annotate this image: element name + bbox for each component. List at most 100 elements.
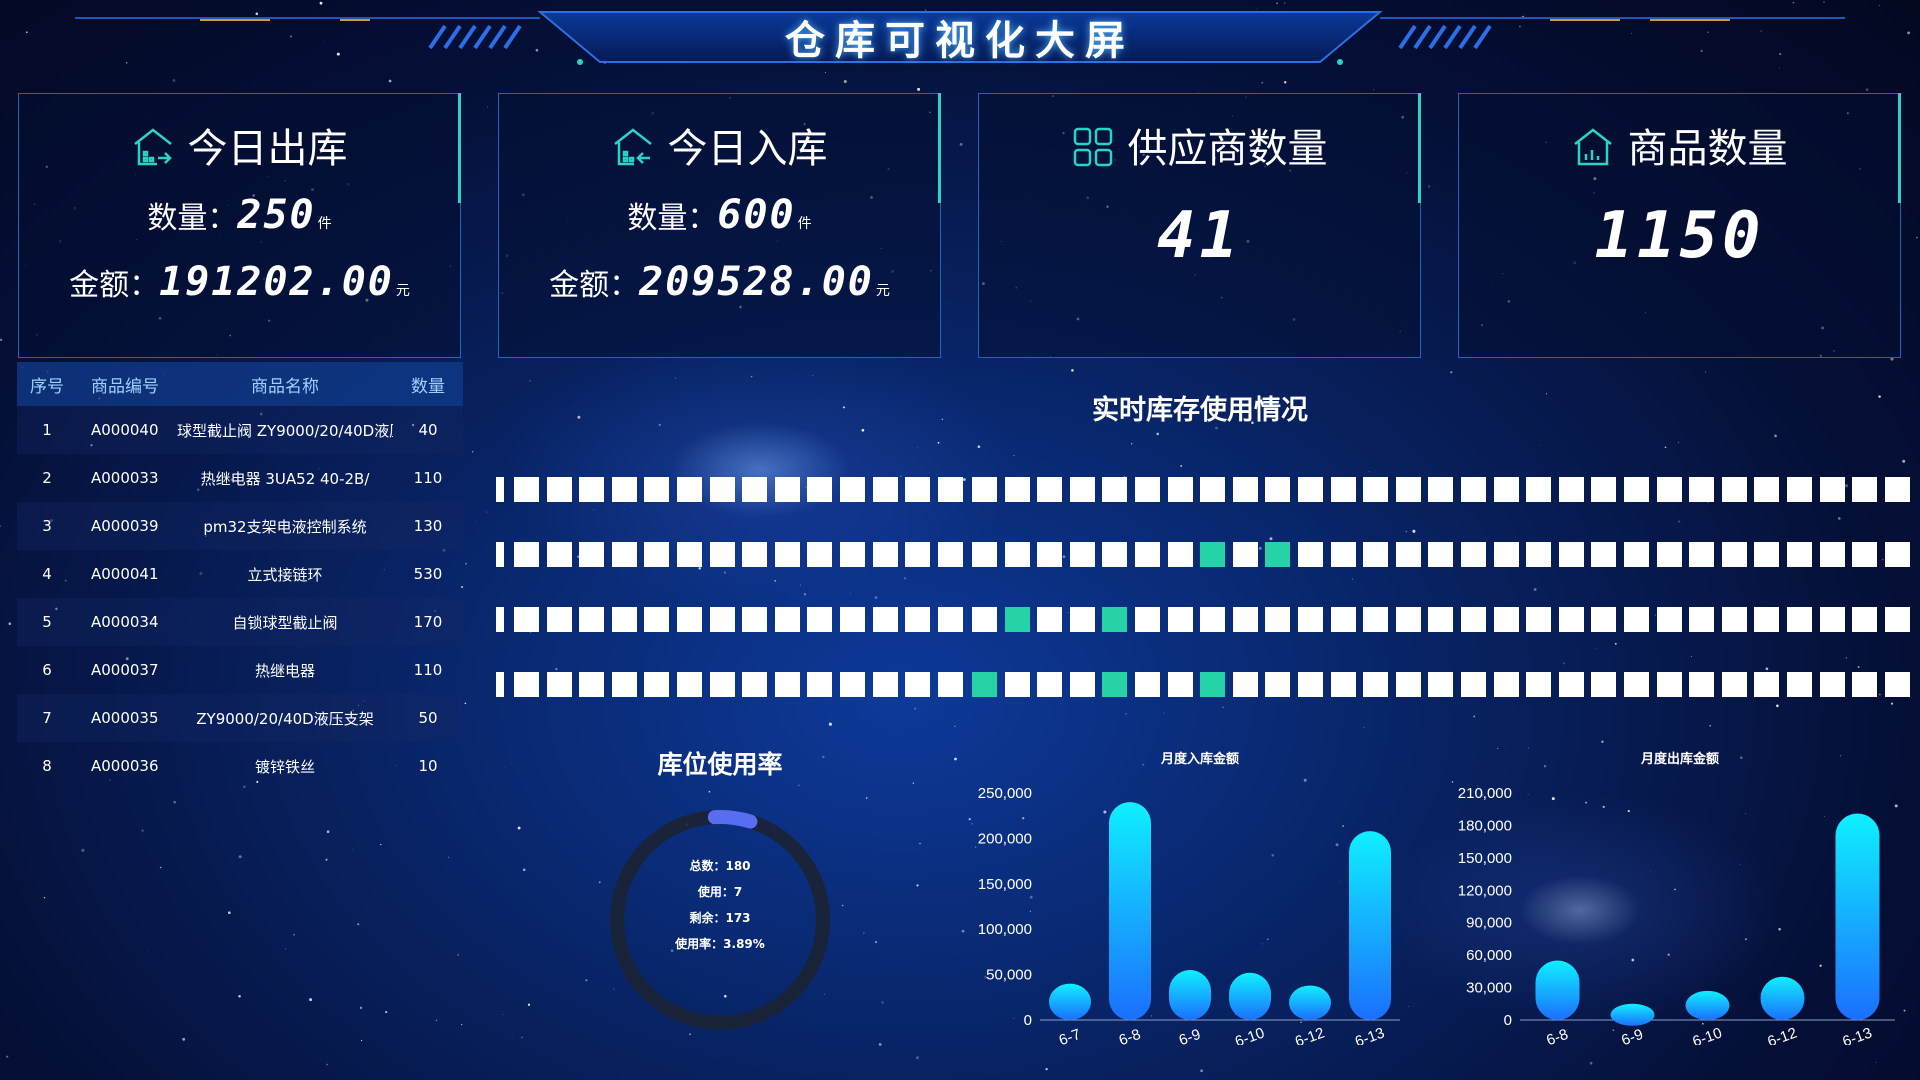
bar[interactable]	[1109, 802, 1151, 1020]
star	[1261, 81, 1264, 84]
storage-slot	[1265, 672, 1291, 697]
product-count-value: 1150	[1594, 199, 1765, 273]
star	[949, 622, 953, 626]
product-code: A000033	[91, 469, 159, 487]
product-table: 序号 商品编号 商品名称 数量 1 A000040 球型截止阀 ZY9000/20/…	[17, 362, 463, 790]
storage-slot	[807, 477, 833, 502]
star	[173, 800, 176, 804]
table-row[interactable]: 6 A000037 热继电器 110	[17, 646, 463, 694]
star	[8, 622, 12, 625]
storage-slot	[1200, 477, 1226, 502]
storage-slot	[1265, 607, 1291, 632]
star	[1716, 613, 1718, 615]
star	[238, 855, 242, 859]
product-qty: 110	[413, 469, 443, 487]
storage-slot	[611, 607, 637, 632]
bar[interactable]	[1229, 972, 1271, 1020]
storage-slot	[611, 542, 637, 567]
table-row[interactable]: 5 A000034 自锁球型截止阀 170	[17, 598, 463, 646]
star	[461, 1023, 463, 1026]
row-index: 1	[42, 421, 52, 439]
storage-slot	[496, 672, 504, 697]
storage-slot	[496, 477, 504, 502]
table-row[interactable]: 8 A000036 镀锌铁丝 10	[17, 742, 463, 790]
table-row[interactable]: 2 A000033 热继电器 3UA52 40-2B/110	[17, 454, 463, 502]
card-product-count: 商品数量 1150	[1458, 93, 1901, 358]
bar[interactable]	[1349, 831, 1391, 1020]
star	[878, 1042, 882, 1046]
star	[1368, 471, 1370, 473]
star	[565, 1078, 566, 1079]
gauge-title: 库位使用率	[657, 750, 783, 779]
star	[1902, 459, 1906, 463]
qty-value: 600	[717, 192, 796, 238]
star	[874, 941, 878, 944]
y-tick-label: 180,000	[1458, 817, 1512, 834]
storage-slot-used	[1200, 672, 1226, 697]
storage-slot	[905, 542, 931, 567]
table-row[interactable]: 3 A000039 pm32支架电液控制系统 130	[17, 502, 463, 550]
star	[900, 475, 902, 477]
star	[530, 631, 532, 633]
star	[1405, 530, 1407, 533]
storage-slot	[1754, 672, 1780, 697]
star	[159, 866, 162, 869]
bar[interactable]	[1289, 985, 1331, 1020]
star	[522, 868, 526, 872]
table-row[interactable]: 7 A000035 ZY9000/20/40D液压支架 50	[17, 694, 463, 742]
storage-slot	[1558, 672, 1584, 697]
storage-slot	[1884, 477, 1910, 502]
bar[interactable]	[1535, 960, 1580, 1020]
star	[435, 1019, 438, 1022]
star	[1222, 706, 1224, 708]
star	[1875, 1061, 1877, 1064]
star	[293, 933, 295, 936]
bar[interactable]	[1049, 983, 1091, 1020]
storage-slot	[1037, 477, 1063, 502]
storage-slot	[872, 607, 898, 632]
table-row[interactable]: 4 A000041 立式接链环 530	[17, 550, 463, 598]
qty-value: 250	[237, 192, 316, 238]
star	[774, 580, 776, 582]
star	[1601, 740, 1604, 743]
star	[861, 428, 865, 432]
storage-slot	[807, 672, 833, 697]
star	[1243, 672, 1247, 676]
bar[interactable]	[1835, 813, 1880, 1020]
star	[388, 79, 392, 83]
row-index: 8	[42, 757, 52, 775]
y-tick-label: 150,000	[978, 876, 1032, 893]
card-today-inbound: 今日入库 数量：600 件 金额：209528.00 元	[498, 93, 941, 358]
product-qty: 170	[413, 613, 443, 631]
bar[interactable]	[1169, 970, 1211, 1020]
card-title: 商品数量	[1627, 126, 1788, 172]
y-tick-label: 60,000	[1466, 947, 1512, 964]
storage-slot	[1395, 607, 1421, 632]
storage-slot	[1461, 607, 1486, 632]
star	[471, 451, 474, 453]
star	[504, 767, 506, 769]
storage-slot	[1656, 672, 1682, 697]
star	[1131, 443, 1133, 445]
storage-slot	[840, 477, 865, 502]
qty-label: 数量：	[147, 201, 238, 236]
storage-slot	[644, 607, 670, 632]
storage-slot	[1819, 542, 1845, 567]
star	[238, 995, 241, 998]
star	[912, 782, 914, 784]
bar[interactable]	[1685, 990, 1730, 1020]
star	[1841, 555, 1843, 556]
bar[interactable]	[1610, 1003, 1655, 1026]
storage-slot	[677, 477, 702, 502]
star	[1071, 369, 1074, 372]
storage-slot	[1330, 477, 1356, 502]
storage-slot	[937, 477, 963, 502]
warehouse-out-icon	[132, 126, 174, 178]
storage-slot	[1526, 607, 1552, 632]
star	[1614, 642, 1617, 645]
table-row[interactable]: 1 A000040 球型截止阀 ZY9000/20/40D液压 40	[17, 406, 463, 454]
star	[812, 374, 814, 376]
grid-icon	[1072, 126, 1114, 178]
star	[865, 797, 868, 799]
bar[interactable]	[1760, 976, 1805, 1020]
